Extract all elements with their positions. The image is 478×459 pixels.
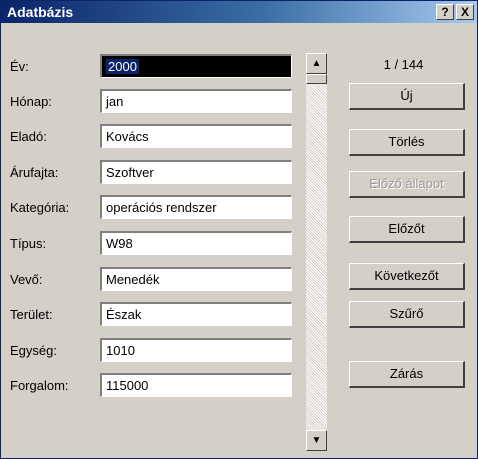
label-vevo: Vevő: [10, 272, 43, 287]
field-kategoria[interactable]: operációs rendszer [100, 195, 292, 219]
database-dialog: Adatbázis ? X Év: Hónap: Eladó: Árufajta… [0, 0, 478, 459]
next-button[interactable]: Következőt [349, 263, 465, 290]
record-scrollbar-track[interactable] [306, 53, 327, 451]
field-forgalom[interactable]: 115000 [100, 373, 292, 397]
scroll-down-icon[interactable]: ▼ [306, 430, 327, 451]
close-button[interactable]: Zárás [349, 361, 465, 388]
label-ev: Év: [10, 59, 29, 74]
field-terulet[interactable]: Észak [100, 302, 292, 326]
previous-button[interactable]: Előzőt [349, 216, 465, 243]
label-honap: Hónap: [10, 94, 52, 109]
new-button[interactable]: Új [349, 83, 465, 110]
window-title: Adatbázis [7, 4, 74, 20]
field-ev-value: 2000 [106, 59, 139, 74]
label-arufajta: Árufajta: [10, 165, 59, 180]
close-window-button[interactable]: X [456, 4, 474, 20]
label-kategoria: Kategória: [10, 200, 70, 215]
field-arufajta[interactable]: Szoftver [100, 160, 292, 184]
field-tipus[interactable]: W98 [100, 231, 292, 255]
filter-button[interactable]: Szűrő [349, 301, 465, 328]
restore-button[interactable]: Előző állapot [349, 171, 465, 198]
field-ev[interactable]: 2000 [100, 54, 292, 78]
label-tipus: Típus: [10, 236, 47, 251]
label-elado: Eladó: [10, 129, 47, 144]
label-terulet: Terület: [10, 307, 53, 322]
label-egyseg: Egység: [10, 343, 57, 358]
scroll-thumb[interactable] [306, 74, 327, 84]
field-vevo[interactable]: Menedék [100, 267, 292, 291]
scroll-up-icon[interactable]: ▲ [306, 53, 327, 74]
title-bar[interactable]: Adatbázis ? X [1, 1, 477, 23]
field-honap[interactable]: jan [100, 89, 292, 113]
record-counter: 1 / 144 [383, 57, 424, 72]
field-egyseg[interactable]: 1010 [100, 338, 292, 362]
label-forgalom: Forgalom: [10, 378, 69, 393]
field-elado[interactable]: Kovács [100, 124, 292, 148]
delete-button[interactable]: Törlés [349, 129, 465, 156]
help-button[interactable]: ? [436, 4, 454, 20]
